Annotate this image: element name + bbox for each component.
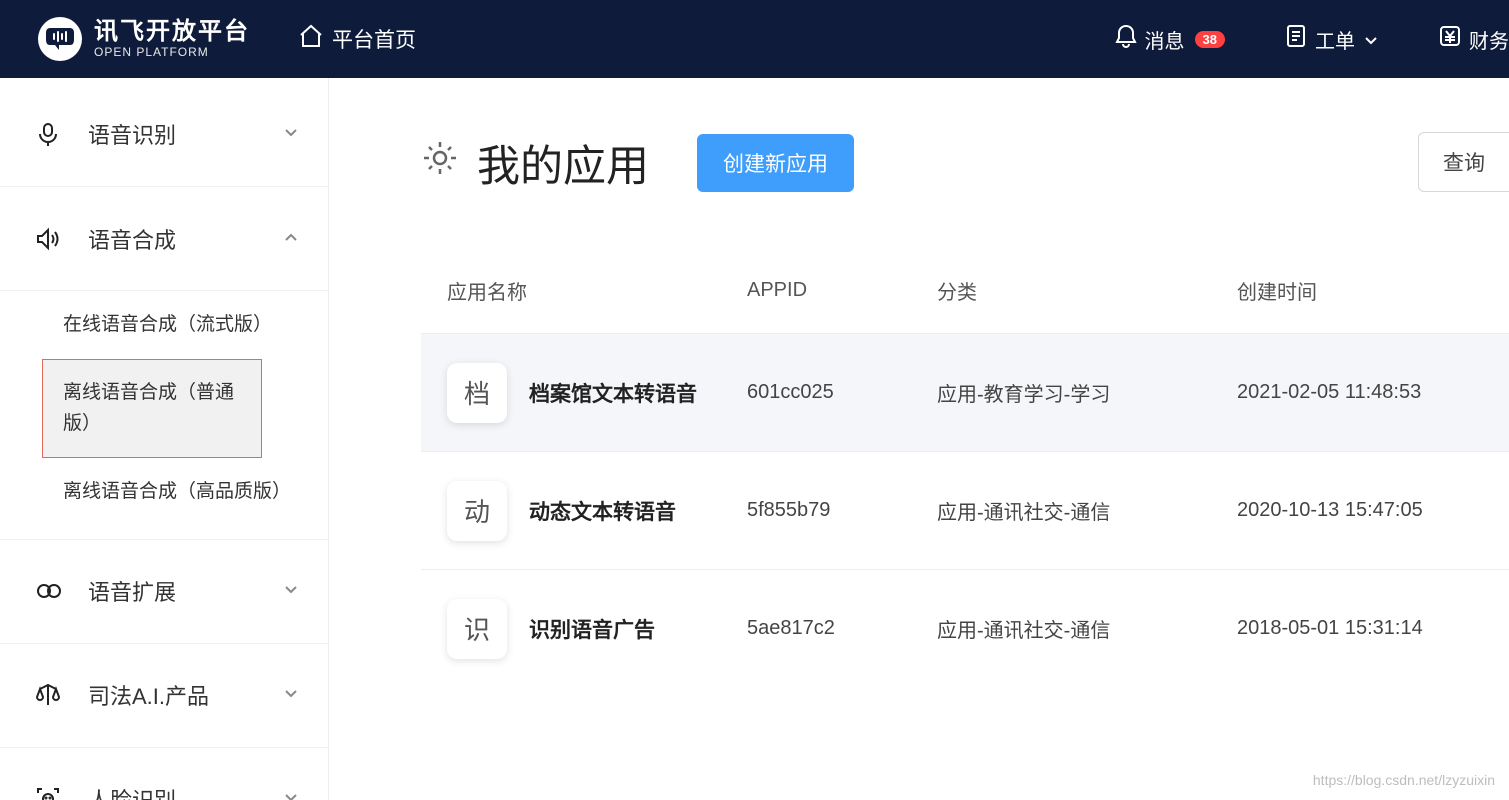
app-badge: 识 bbox=[447, 599, 507, 659]
face-icon bbox=[32, 785, 64, 800]
main-content: 我的应用 创建新应用 查询 应用名称 APPID 分类 创建时间 档 档案馆文本… bbox=[329, 78, 1509, 800]
query-button[interactable]: 查询 bbox=[1418, 132, 1509, 192]
logo-title: 讯飞开放平台 bbox=[94, 19, 250, 45]
col-created: 创建时间 bbox=[1237, 276, 1509, 305]
nav-finance-label: 财务 bbox=[1469, 25, 1509, 54]
sidebar-item-label: 语音合成 bbox=[88, 223, 282, 255]
app-category: 应用-通讯社交-通信 bbox=[937, 614, 1237, 643]
home-icon bbox=[298, 24, 324, 54]
sidebar-item-judicial-ai[interactable]: 司法A.I.产品 bbox=[0, 643, 328, 747]
messages-badge: 38 bbox=[1195, 31, 1225, 48]
gear-icon bbox=[421, 139, 459, 188]
sidebar-item-label: 语音识别 bbox=[88, 118, 282, 150]
nav-tickets[interactable]: 工单 bbox=[1285, 24, 1379, 54]
scales-icon bbox=[32, 681, 64, 709]
app-id: 5ae817c2 bbox=[747, 617, 937, 640]
nav-tickets-label: 工单 bbox=[1315, 25, 1355, 54]
voice-ext-icon bbox=[32, 577, 64, 605]
chevron-up-icon bbox=[282, 226, 300, 252]
sidebar-item-label: 人脸识别 bbox=[88, 783, 282, 800]
sidebar-item-label: 司法A.I.产品 bbox=[88, 679, 282, 711]
nav-finance[interactable]: 财务 bbox=[1439, 25, 1509, 54]
watermark: https://blog.csdn.net/lzyzuixin bbox=[1313, 772, 1495, 788]
logo-mark-icon bbox=[38, 17, 82, 61]
app-created: 2018-05-01 15:31:14 bbox=[1237, 617, 1509, 640]
sidebar-subitem-online-tts[interactable]: 在线语音合成（流式版） bbox=[0, 291, 328, 359]
col-appid: APPID bbox=[747, 279, 937, 302]
sidebar: 语音识别 语音合成 在线语音合成（流式版） 离线语音合成（普通版） 离线语音合成… bbox=[0, 78, 329, 800]
app-table: 应用名称 APPID 分类 创建时间 档 档案馆文本转语音 601cc025 应… bbox=[421, 276, 1509, 687]
chevron-down-icon bbox=[282, 121, 300, 147]
mic-icon bbox=[32, 120, 64, 148]
sidebar-subitem-offline-tts-hq[interactable]: 离线语音合成（高品质版） bbox=[0, 458, 328, 526]
sidebar-item-tts[interactable]: 语音合成 bbox=[0, 186, 328, 290]
table-row[interactable]: 动 动态文本转语音 5f855b79 应用-通讯社交-通信 2020-10-13… bbox=[421, 451, 1509, 569]
sidebar-item-label: 语音扩展 bbox=[88, 575, 282, 607]
table-row[interactable]: 档 档案馆文本转语音 601cc025 应用-教育学习-学习 2021-02-0… bbox=[421, 333, 1509, 451]
app-name: 识别语音广告 bbox=[529, 614, 655, 644]
app-badge: 档 bbox=[447, 363, 507, 423]
chevron-down-icon bbox=[282, 786, 300, 800]
ticket-icon bbox=[1285, 24, 1307, 54]
chevron-down-icon bbox=[1363, 31, 1379, 47]
page-title: 我的应用 bbox=[421, 132, 649, 194]
speaker-icon bbox=[32, 225, 64, 253]
col-name: 应用名称 bbox=[447, 276, 747, 305]
sidebar-item-voice-ext[interactable]: 语音扩展 bbox=[0, 539, 328, 643]
app-id: 601cc025 bbox=[747, 381, 937, 404]
table-header: 应用名称 APPID 分类 创建时间 bbox=[421, 276, 1509, 305]
nav-home-label: 平台首页 bbox=[332, 24, 416, 54]
app-created: 2020-10-13 15:47:05 bbox=[1237, 499, 1509, 522]
logo[interactable]: 讯飞开放平台 OPEN PLATFORM bbox=[38, 17, 250, 61]
app-name: 档案馆文本转语音 bbox=[529, 378, 697, 408]
nav-messages-label: 消息 bbox=[1145, 25, 1185, 54]
sidebar-item-face[interactable]: 人脸识别 bbox=[0, 747, 328, 800]
page-title-text: 我的应用 bbox=[477, 132, 649, 194]
app-id: 5f855b79 bbox=[747, 499, 937, 522]
app-created: 2021-02-05 11:48:53 bbox=[1237, 381, 1509, 404]
app-name: 动态文本转语音 bbox=[529, 496, 676, 526]
table-row[interactable]: 识 识别语音广告 5ae817c2 应用-通讯社交-通信 2018-05-01 … bbox=[421, 569, 1509, 687]
create-app-button[interactable]: 创建新应用 bbox=[697, 134, 854, 192]
app-badge: 动 bbox=[447, 481, 507, 541]
app-category: 应用-通讯社交-通信 bbox=[937, 496, 1237, 525]
nav-home[interactable]: 平台首页 bbox=[298, 24, 416, 54]
chevron-down-icon bbox=[282, 682, 300, 708]
sidebar-subitem-offline-tts-standard[interactable]: 离线语音合成（普通版） bbox=[42, 359, 262, 458]
nav-messages[interactable]: 消息 38 bbox=[1115, 24, 1225, 54]
yuan-icon bbox=[1439, 25, 1461, 53]
page-title-row: 我的应用 创建新应用 bbox=[421, 132, 1509, 194]
app-category: 应用-教育学习-学习 bbox=[937, 378, 1237, 407]
logo-subtitle: OPEN PLATFORM bbox=[94, 46, 250, 59]
sidebar-item-asr[interactable]: 语音识别 bbox=[0, 82, 328, 186]
header-bar: 讯飞开放平台 OPEN PLATFORM 平台首页 消息 38 bbox=[0, 0, 1509, 78]
col-category: 分类 bbox=[937, 276, 1237, 305]
bell-icon bbox=[1115, 24, 1137, 54]
sidebar-submenu-tts: 在线语音合成（流式版） 离线语音合成（普通版） 离线语音合成（高品质版） bbox=[0, 290, 328, 539]
chevron-down-icon bbox=[282, 578, 300, 604]
